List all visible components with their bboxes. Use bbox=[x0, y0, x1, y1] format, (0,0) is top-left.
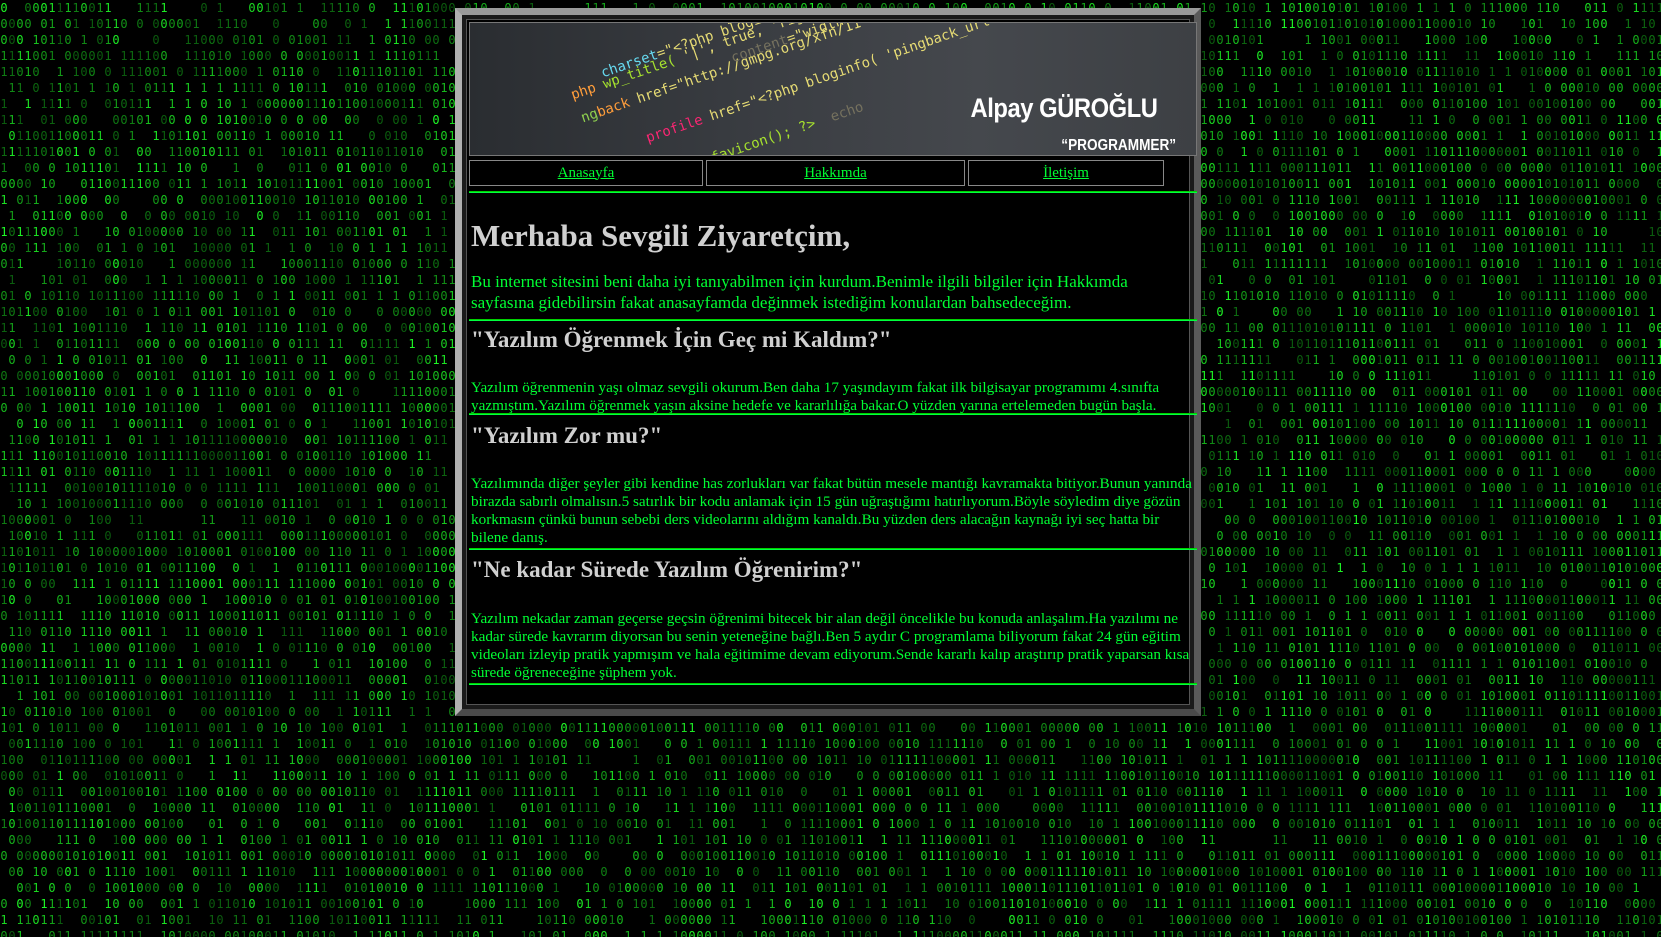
intro-paragraph: Bu internet sitesini beni daha iyi tanıy… bbox=[471, 272, 1128, 312]
section-body: Yazılım nekadar zaman geçerse geçsin öğr… bbox=[471, 610, 1190, 681]
section-title: "Yazılım Zor mu?" bbox=[471, 423, 663, 448]
section-body: Yazılımında diğer şeyler gibi kendine ha… bbox=[471, 475, 1192, 546]
page-container: ngback href="http://gmpg.org/xfn/11" /> … bbox=[466, 19, 1197, 705]
nav-cell-contact: İletişim bbox=[968, 160, 1164, 186]
nav-link-contact[interactable]: İletişim bbox=[1043, 165, 1089, 182]
divider bbox=[469, 548, 1197, 550]
section-body: Yazılım öğrenmenin yaşı olmaz sevgili ok… bbox=[471, 379, 1160, 414]
divider bbox=[469, 683, 1197, 685]
nav-cell-home: Anasayfa bbox=[469, 160, 703, 186]
site-owner-name: Alpay GÜROĞLU bbox=[970, 93, 1158, 123]
nav-link-home[interactable]: Anasayfa bbox=[558, 165, 615, 182]
divider bbox=[469, 191, 1197, 193]
section-title: "Ne kadar Sürede Yazılım Öğrenirim?" bbox=[471, 557, 863, 582]
page-title: Merhaba Sevgili Ziyaretçim, bbox=[471, 218, 851, 253]
header-banner: ngback href="http://gmpg.org/xfn/11" /> … bbox=[469, 22, 1197, 156]
site-owner-role: “PROGRAMMER” bbox=[1061, 137, 1176, 154]
divider bbox=[469, 413, 1197, 415]
section-title: "Yazılım Öğrenmek İçin Geç mi Kaldım?" bbox=[471, 327, 892, 352]
nav-cell-about: Hakkımda bbox=[706, 160, 965, 186]
nav-bar: Anasayfa Hakkımda İletişim bbox=[469, 160, 1197, 186]
nav-link-about[interactable]: Hakkımda bbox=[804, 165, 866, 182]
page-frame: ngback href="http://gmpg.org/xfn/11" /> … bbox=[455, 8, 1201, 716]
divider bbox=[469, 319, 1197, 321]
